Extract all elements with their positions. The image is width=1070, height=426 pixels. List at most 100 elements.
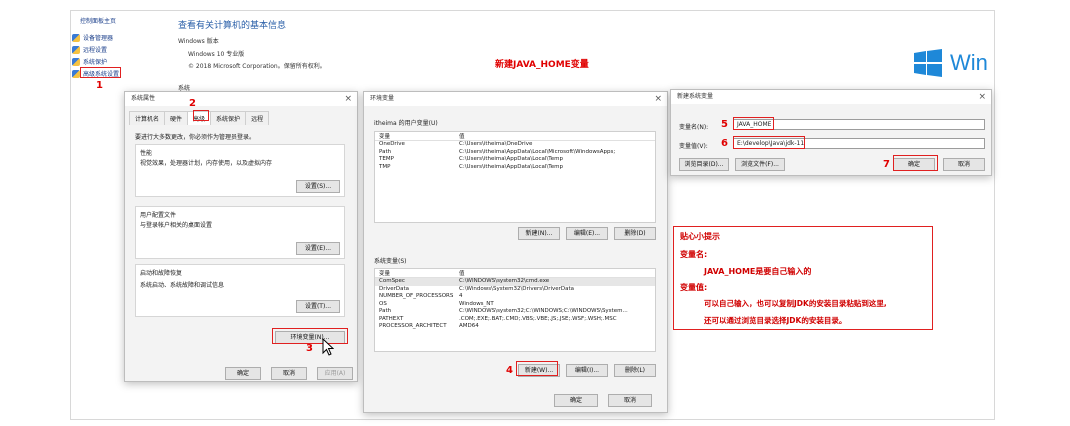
cancel-button[interactable]: 取消 [271,367,307,380]
sidebar-item-label: 远程设置 [83,47,108,54]
step-6-label: 6 [721,138,728,149]
system-vars-table: 变量 值 ComSpec C:\WINDOWS\system32\cmd.exe D… [374,268,656,352]
user-delete-button[interactable]: 删除(D) [614,227,656,240]
var-name: TMP [379,163,391,170]
highlight-name-input [733,117,774,130]
var-name: Path [379,308,392,314]
step-4-label: 4 [506,365,513,376]
highlight-ok-button [893,155,938,171]
table-row[interactable]: PROCESSOR_ARCHITECT AMD64 [375,323,655,331]
highlight-advanced-settings [80,67,121,78]
table-row[interactable]: NUMBER_OF_PROCESSORS 4 [375,293,655,301]
sidebar-item-remote[interactable]: 远程设置 [72,45,107,54]
var-value: C:\Users\itheima\OneDrive [459,141,533,147]
tip-heading: 贴心小提示 [680,232,720,241]
browse-directory-button[interactable]: 浏览目录(D)... [679,158,729,171]
startup-recovery-group: 启动和故障恢复 系统启动、系统故障和调试信息 设置(T)... [135,264,345,317]
user-profiles-group: 用户配置文件 与登录帐户相关的桌面设置 设置(E)... [135,206,345,259]
shield-icon [72,57,80,66]
ok-button[interactable]: 确定 [554,394,598,407]
system-edit-button[interactable]: 编辑(I)... [566,364,608,377]
group-title: 用户配置文件 [140,212,177,219]
var-name: OS [379,300,387,307]
apply-button[interactable]: 应用(A) [317,367,353,380]
user-vars-table: 变量 值 OneDrive C:\Users\itheima\OneDrive Pa… [374,131,656,223]
dialog-title: 系统属性 [131,95,156,102]
sidebar-item-protection[interactable]: 系统保护 [72,57,107,66]
startup-settings-button[interactable]: 设置(T)... [296,300,340,313]
table-row[interactable]: Path C:\WINDOWS\system32;C:\WINDOWS;C:\WI… [375,308,655,316]
close-icon[interactable]: × [654,92,662,106]
sidebar-item-device-manager[interactable]: 设备管理器 [72,33,113,42]
cancel-button[interactable]: 取消 [943,158,985,171]
admin-note: 要进行大多数更改，你必须作为管理员登录。 [135,134,256,141]
variable-value-label: 变量值(V): [679,143,708,150]
tip-box: 贴心小提示 变量名: JAVA_HOME是要自己输入的 变量值: 可以自己输入，… [673,226,933,330]
tip-value-text-2: 还可以通过浏览目录选择JDK的安装目录。 [704,316,847,325]
sidebar-item-label: 设备管理器 [83,35,114,42]
table-row[interactable]: TEMP C:\Users\itheima\AppData\Local\Temp [375,156,655,164]
shield-icon [72,33,80,42]
step-1-label: 1 [96,80,103,91]
user-new-button[interactable]: 新建(N)... [518,227,560,240]
var-value: 4 [459,293,463,299]
var-value: AMD64 [459,323,479,329]
annotation-heading: 新建JAVA_HOME变量 [495,60,589,70]
column-header-value: 值 [459,134,465,140]
table-row[interactable]: ComSpec C:\WINDOWS\system32\cmd.exe [375,278,655,286]
profiles-settings-button[interactable]: 设置(E)... [296,242,340,255]
shield-icon [72,45,80,54]
var-name: OneDrive [379,141,405,147]
system-delete-button[interactable]: 删除(L) [614,364,656,377]
close-icon[interactable]: × [978,90,986,104]
table-row[interactable]: OS Windows_NT [375,301,655,309]
tip-name-text: JAVA_HOME是要自己输入的 [704,267,812,276]
group-title: 性能 [140,150,153,157]
var-name: ComSpec [379,278,405,284]
var-value: Windows_NT [459,300,494,307]
var-value: .COM;.EXE;.BAT;.CMD;.VBS;.VBE;.JS;.JSE;.… [459,315,617,322]
var-name: Path [379,148,392,155]
highlight-env-button [272,328,348,344]
highlight-system-new-button [516,361,558,376]
var-name: NUMBER_OF_PROCESSORS [379,293,454,299]
var-name: TEMP [379,156,394,162]
copyright-text: © 2018 Microsoft Corporation。保留所有权利。 [188,63,326,70]
tip-value-label: 变量值: [680,283,708,292]
tab-computer-name[interactable]: 计算机名 [129,111,166,125]
cancel-button[interactable]: 取消 [608,394,652,407]
performance-settings-button[interactable]: 设置(S)... [296,180,340,193]
user-edit-button[interactable]: 编辑(E)... [566,227,608,240]
dialog-title: 环境变量 [370,95,395,102]
page-title: 查看有关计算机的基本信息 [178,21,287,31]
table-row[interactable]: PATHEXT .COM;.EXE;.BAT;.CMD;.VBS;.VBE;.JS… [375,316,655,324]
performance-group: 性能 视觉效果，处理器计划，内存使用，以及虚拟内存 设置(S)... [135,144,345,197]
shield-icon [72,69,80,78]
tab-remote[interactable]: 远程 [245,111,270,125]
table-row[interactable]: OneDrive C:\Users\itheima\OneDrive [375,141,655,149]
system-vars-section-label: 系统变量(S) [374,258,407,265]
tab-system-protection[interactable]: 系统保护 [210,111,247,125]
table-row[interactable]: TMP C:\Users\itheima\AppData\Local\Temp [375,164,655,172]
column-header-value: 值 [459,271,465,277]
mouse-cursor-icon [322,337,335,358]
tab-hardware[interactable]: 硬件 [164,111,189,125]
highlight-advanced-tab [193,110,209,121]
browse-file-button[interactable]: 浏览文件(F)... [735,158,785,171]
var-name: DriverData [379,285,410,292]
highlight-value-input [733,136,805,149]
sidebar-item-label: 系统保护 [83,59,108,66]
dialog-titlebar: 系统属性 × [125,92,357,106]
var-value: C:\Windows\System32\Drivers\DriverData [459,285,575,292]
ok-button[interactable]: 确定 [225,367,261,380]
column-header-variable: 变量 [379,134,391,140]
close-icon[interactable]: × [344,92,352,106]
new-system-variable-dialog: 新建系统变量 × 变量名(N): JAVA_HOME 变量值(V): E:\dev… [670,89,992,176]
control-panel-home-link[interactable]: 控制面板主页 [80,16,116,25]
windows-logo-icon [914,49,942,77]
table-row[interactable]: Path C:\Users\itheima\AppData\Local\Micro… [375,149,655,157]
var-value: C:\WINDOWS\system32\cmd.exe [459,278,550,284]
table-row[interactable]: DriverData C:\Windows\System32\Drivers\Dr… [375,286,655,294]
var-name: PROCESSOR_ARCHITECT [379,323,447,329]
step-2-label: 2 [189,98,196,109]
